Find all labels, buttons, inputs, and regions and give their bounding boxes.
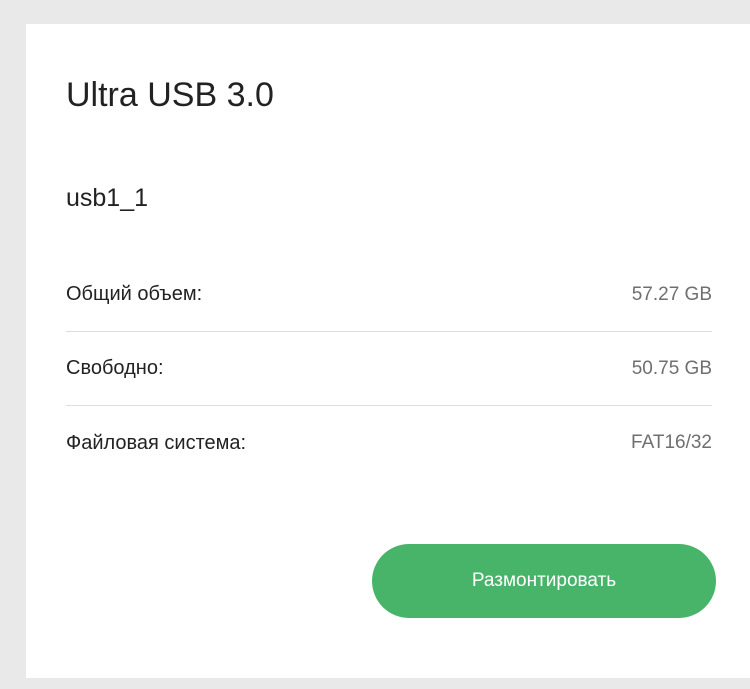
device-info-list: Общий объем: 57.27 GB Свободно: 50.75 GB… <box>66 258 712 480</box>
total-size-value: 57.27 GB <box>631 283 712 305</box>
file-system-label: Файловая система: <box>66 431 247 454</box>
usb-device-card: Ultra USB 3.0 usb1_1 Общий объем: 57.27 … <box>26 24 750 678</box>
file-system-value: FAT16/32 <box>631 432 712 453</box>
total-size-label: Общий объем: <box>66 283 203 305</box>
device-title: Ultra USB 3.0 <box>66 76 274 114</box>
unmount-button[interactable]: Размонтировать <box>372 544 716 618</box>
free-space-label: Свободно: <box>66 357 164 379</box>
free-space-value: 50.75 GB <box>631 357 712 379</box>
info-row-free-space: Свободно: 50.75 GB <box>66 332 712 406</box>
device-id: usb1_1 <box>66 184 149 212</box>
info-row-file-system: Файловая система: FAT16/32 <box>66 406 712 480</box>
info-row-total-size: Общий объем: 57.27 GB <box>66 258 712 332</box>
